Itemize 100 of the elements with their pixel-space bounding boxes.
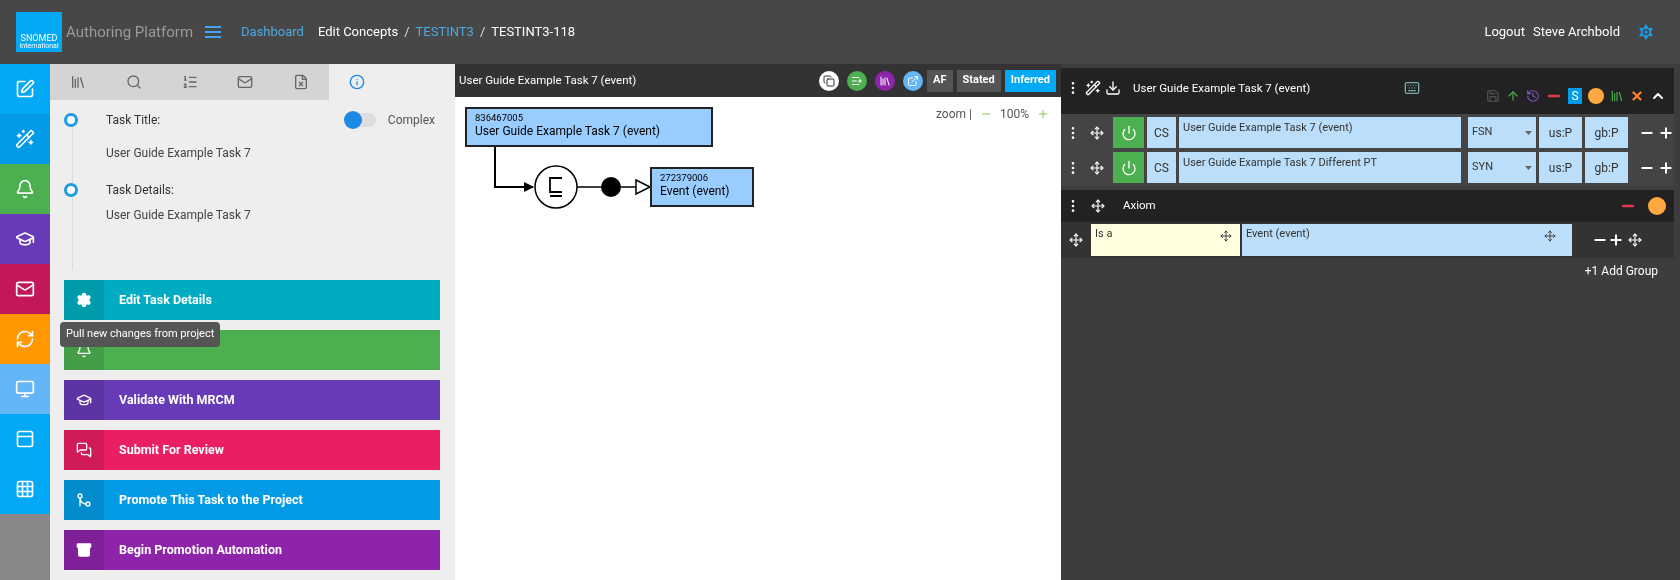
status-flag: S [1568,88,1582,104]
user-name[interactable]: Steve Archbold [1532,22,1620,42]
description-field[interactable]: User Guide Example Task 7 Different PT [1179,152,1461,183]
spreadsheet-icon [293,74,310,90]
external-link-button[interactable] [903,70,924,91]
nav-item[interactable] [0,214,50,264]
breadcrumb-text: Edit Concepts [317,23,399,42]
move-icon[interactable] [1090,160,1104,175]
breadcrumb-separator: / [479,23,486,42]
search-icon [125,74,142,90]
acceptability-field[interactable]: gb:P [1585,152,1628,183]
menu-icon[interactable] [205,25,222,39]
add-icon[interactable] [1658,159,1674,176]
zoom-value: 100% [999,106,1029,123]
description-field[interactable]: User Guide Example Task 7 (event) [1179,117,1461,148]
concept-title: User Guide Example Task 7 (event) [1133,80,1311,97]
library-button[interactable] [875,70,896,91]
download-icon[interactable] [1105,80,1121,96]
bell-icon [15,179,35,199]
active-toggle[interactable] [1113,117,1144,148]
add-icon[interactable] [1658,124,1674,141]
wand-icon[interactable] [1085,80,1101,96]
relationship-target-field[interactable]: Event (event) [1242,224,1572,256]
add-icon[interactable] [1608,232,1624,248]
library-icon[interactable] [1610,89,1624,103]
panel-icon [15,429,35,449]
history-icon[interactable] [1526,89,1540,103]
connector-arrow [494,145,534,192]
caret-icon [1525,165,1532,170]
breadcrumb-link[interactable]: TESTINT3 [415,22,474,42]
numbered-list-icon [181,74,198,90]
add-group-link[interactable]: +1 Add Group [1584,262,1658,280]
type-dropdown[interactable]: FSN [1468,117,1536,148]
move-icon[interactable] [1544,230,1556,242]
axiom-title: Axiom [1123,197,1156,215]
acceptability-field[interactable]: us:P [1539,152,1582,183]
zoom-label: zoom | [936,106,972,123]
acceptability-field[interactable]: gb:P [1585,117,1628,148]
case-field[interactable]: CS [1147,117,1176,148]
power-icon [1120,159,1137,176]
copy-button[interactable] [819,70,840,91]
graduation-cap-icon [76,392,92,408]
view-toggle[interactable]: Stated [956,69,1001,92]
power-icon [1120,124,1137,141]
case-field[interactable]: CS [1147,152,1176,183]
keyboard-icon[interactable] [1404,80,1421,96]
subsumption-node [534,165,578,209]
merge-icon [76,492,92,508]
app-title: Authoring Platform [66,21,194,43]
group-node [601,177,621,197]
breadcrumb-text: TESTINT3-118 [491,23,576,42]
list-plus-icon [851,74,864,87]
mail-icon [15,279,35,299]
caret-icon [1525,130,1532,135]
info-icon [349,74,366,90]
tooltip: Pull new changes from project [60,322,221,347]
chat-icon [76,442,92,458]
copy-icon [823,74,836,87]
active-toggle[interactable] [1113,152,1144,183]
move-icon[interactable] [1090,125,1104,140]
arrow-up-icon[interactable] [1506,89,1520,103]
grid-icon [15,479,35,499]
settings-icon [76,292,92,308]
field-value: User Guide Example Task 7 [106,207,252,224]
concept-box[interactable]: 836467005 User Guide Example Task 7 (event) [465,107,713,147]
settings-icon[interactable] [1636,22,1656,42]
action-button[interactable]: Validate With MRCM [64,380,440,420]
archive-icon [76,542,92,558]
breadcrumb-link[interactable]: Dashboard [241,22,304,42]
relationship-type-field[interactable]: Is a [1091,224,1240,256]
connector-line [576,186,602,188]
logout-link[interactable]: Logout [1484,22,1525,42]
move-icon[interactable] [1220,230,1232,242]
toggle-label: Complex [387,112,435,129]
nav-item[interactable] [0,114,50,164]
field-label: Task Title: [106,112,161,129]
action-button[interactable]: Submit For Review [64,430,440,470]
move-icon[interactable] [1069,233,1083,247]
move-icon[interactable] [1628,233,1642,247]
diagram-title: User Guide Example Task 7 (event) [459,71,637,89]
action-button[interactable]: Begin Promotion Automation [64,530,440,570]
nav-item[interactable] [0,414,50,464]
complex-toggle[interactable] [345,113,376,127]
acceptability-field[interactable]: us:P [1539,117,1582,148]
nav-item[interactable] [0,464,50,514]
view-toggle[interactable]: AF [927,69,953,92]
library-icon [879,74,892,87]
monitor-icon [15,379,35,399]
move-icon[interactable] [1091,199,1105,213]
field-value: User Guide Example Task 7 [106,145,252,162]
type-dropdown[interactable]: SYN [1468,152,1536,183]
concept-box[interactable]: 272379006 Event (event) [650,167,754,207]
edit-icon [15,79,35,99]
wand-icon [15,129,35,149]
refresh-icon [15,329,35,349]
add-list-button[interactable] [847,70,868,91]
nav-item[interactable] [0,264,50,314]
external-link-icon [907,74,920,87]
close-icon[interactable] [1630,89,1644,103]
library-icon [69,74,86,90]
